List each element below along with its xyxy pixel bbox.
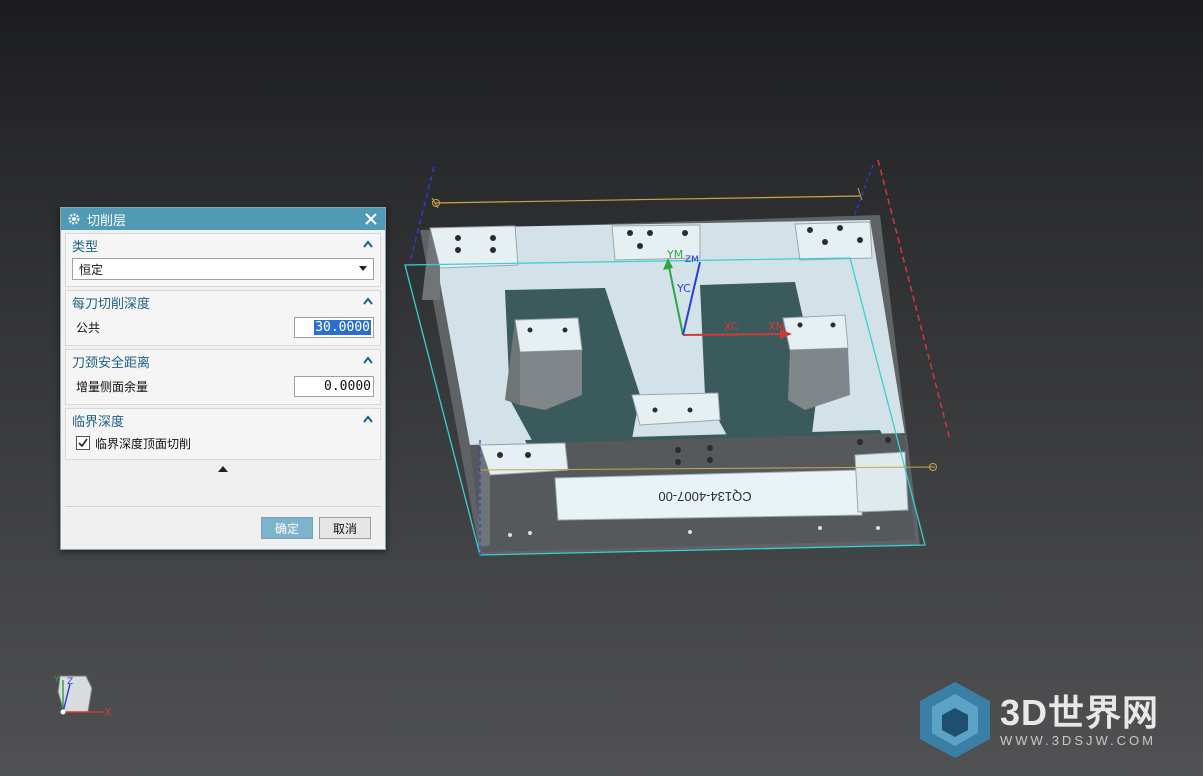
neck-clearance-section: 刀颈安全距离 增量侧面余量 0.0000	[65, 349, 381, 405]
depth-per-cut-section: 每刀切削深度 公共 30.0000	[65, 290, 381, 346]
critical-depth-checkbox-label: 临界深度顶面切削	[95, 436, 192, 451]
critical-section-label: 临界深度	[72, 414, 125, 430]
common-depth-input[interactable]: 30.0000	[294, 316, 374, 338]
axis-label-xm: XM	[768, 320, 785, 333]
axis-label-zm: ZM	[685, 255, 699, 265]
part-number-label: CQ134-4007-00	[658, 489, 751, 504]
side-stock-label: 增量侧面余量	[76, 379, 149, 394]
depth-section-label: 每刀切削深度	[72, 296, 151, 312]
triad-label-x: X	[104, 706, 112, 719]
watermark-logo: 3D世界网 WWW.3DSJW.COM	[918, 680, 1159, 760]
more-options-toggle[interactable]	[61, 462, 385, 476]
neck-section-header[interactable]: 刀颈安全距离	[66, 350, 380, 372]
chevron-up-icon[interactable]	[362, 239, 374, 251]
common-depth-label: 公共	[76, 320, 101, 335]
dialog-title: 切削层	[87, 213, 127, 229]
axis-label-yc: YC	[676, 282, 691, 295]
chevron-up-icon[interactable]	[362, 414, 374, 426]
watermark-main-text: 3D世界网	[1000, 691, 1160, 733]
cut-levels-dialog: 切削层 类型 恒定 每刀切削深度 公共 30.0000 刀颈安全距离 增量侧面余…	[60, 207, 386, 550]
side-stock-value: 0.0000	[324, 378, 371, 394]
type-dropdown[interactable]: 恒定	[72, 258, 374, 280]
axis-label-ym: YM	[666, 248, 683, 261]
cancel-button[interactable]: 取消	[319, 517, 371, 539]
triad-label-z: Z	[67, 677, 73, 687]
dialog-title-bar[interactable]: 切削层	[61, 208, 385, 230]
axis-label-xc: XC	[724, 320, 739, 333]
common-depth-value: 30.0000	[314, 319, 371, 335]
ok-button[interactable]: 确定	[261, 517, 313, 539]
critical-depth-section: 临界深度 临界深度顶面切削	[65, 408, 381, 460]
part-model[interactable]: CQ134-4007-00 YM ZM YC XC XM	[404, 159, 951, 556]
depth-section-header[interactable]: 每刀切削深度	[66, 291, 380, 313]
type-section-header[interactable]: 类型	[66, 234, 380, 256]
type-dropdown-value: 恒定	[79, 262, 104, 277]
type-section-label: 类型	[72, 239, 99, 255]
watermark-url-text: WWW.3DSJW.COM	[1000, 732, 1156, 748]
neck-section-label: 刀颈安全距离	[72, 355, 151, 371]
side-stock-input[interactable]: 0.0000	[294, 375, 374, 397]
triangle-up-icon	[218, 466, 228, 472]
chevron-up-icon[interactable]	[362, 296, 374, 308]
checkmark-icon	[78, 438, 88, 448]
triad-label-y: Y	[53, 675, 60, 685]
view-triad[interactable]: X Y Z	[48, 672, 118, 720]
close-icon[interactable]	[363, 211, 379, 227]
critical-depth-checkbox[interactable]	[76, 436, 90, 450]
critical-section-header[interactable]: 临界深度	[66, 409, 380, 431]
cube-logo-icon	[920, 682, 990, 758]
gear-icon	[68, 213, 80, 225]
chevron-down-icon	[359, 266, 367, 271]
critical-depth-checkbox-row[interactable]: 临界深度顶面切削	[76, 433, 374, 453]
type-section: 类型 恒定	[65, 233, 381, 287]
chevron-up-icon[interactable]	[362, 355, 374, 367]
